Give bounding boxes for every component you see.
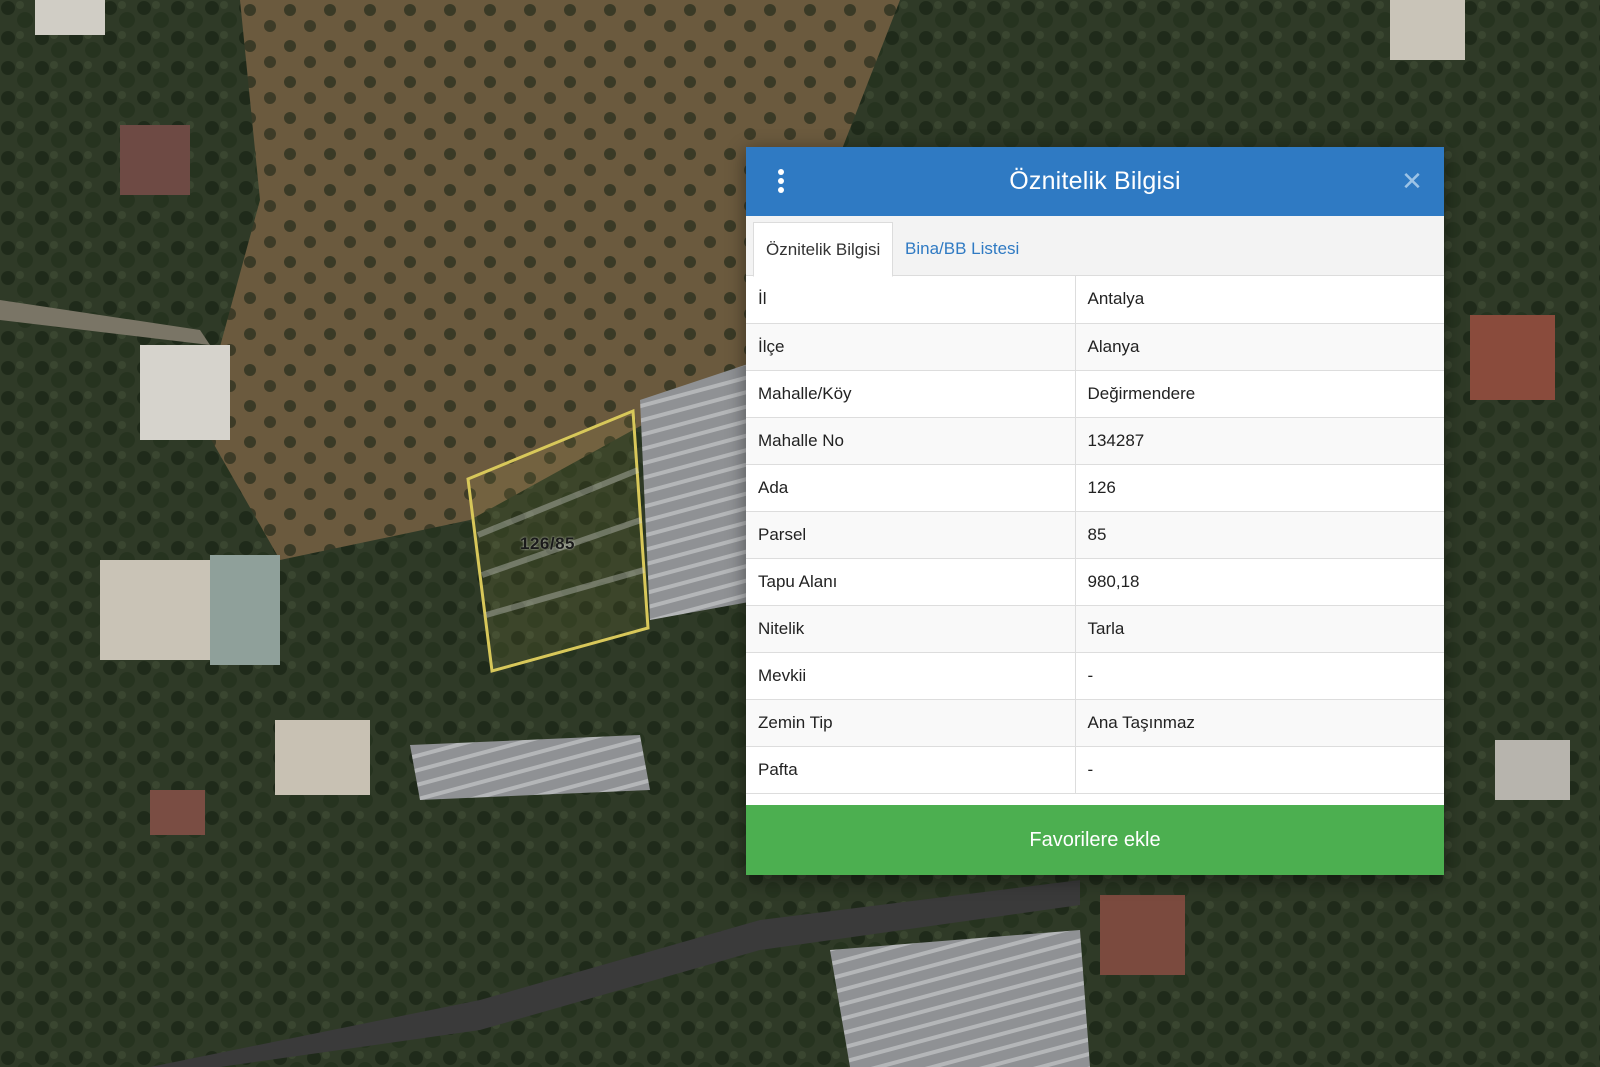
tab-building-list[interactable]: Bina/BB Listesi xyxy=(893,222,1031,275)
parcel-label: 126/85 xyxy=(520,534,575,553)
table-row: Ada 126 xyxy=(746,464,1444,512)
popup-header: Öznitelik Bilgisi ✕ xyxy=(746,147,1444,216)
close-icon[interactable]: ✕ xyxy=(1398,167,1426,195)
attr-value: Antalya xyxy=(1075,276,1444,324)
attr-value: 126 xyxy=(1075,464,1444,512)
attr-value: - xyxy=(1075,652,1444,700)
attr-key: Mahalle/Köy xyxy=(746,370,1076,418)
table-row: İl Antalya xyxy=(746,276,1444,324)
attr-key: İl xyxy=(746,276,1076,324)
table-row: Tapu Alanı 980,18 xyxy=(746,558,1444,606)
attr-key: Zemin Tip xyxy=(746,699,1076,747)
table-row: Zemin Tip Ana Taşınmaz xyxy=(746,699,1444,747)
attr-value: Alanya xyxy=(1075,323,1444,371)
attr-key: Mevkii xyxy=(746,652,1076,700)
table-row: Mahalle No 134287 xyxy=(746,417,1444,465)
attr-value: - xyxy=(1075,746,1444,794)
kebab-menu-icon[interactable] xyxy=(776,169,786,195)
add-to-favorites-button[interactable]: Favorilere ekle xyxy=(746,805,1444,875)
table-row: İlçe Alanya xyxy=(746,323,1444,371)
attr-key: Parsel xyxy=(746,511,1076,559)
table-row: Pafta - xyxy=(746,746,1444,794)
attribute-table: İl Antalya İlçe Alanya Mahalle/Köy Değir… xyxy=(746,276,1444,794)
attr-key: Nitelik xyxy=(746,605,1076,653)
table-row: Mevkii - xyxy=(746,652,1444,700)
attribute-info-popup: Öznitelik Bilgisi ✕ Öznitelik Bilgisi Bi… xyxy=(746,147,1444,875)
attr-key: Ada xyxy=(746,464,1076,512)
tab-bar: Öznitelik Bilgisi Bina/BB Listesi xyxy=(746,216,1444,277)
attr-key: İlçe xyxy=(746,323,1076,371)
attr-value: Değirmendere xyxy=(1075,370,1444,418)
attr-key: Pafta xyxy=(746,746,1076,794)
table-row: Parsel 85 xyxy=(746,511,1444,559)
attr-value: Ana Taşınmaz xyxy=(1075,699,1444,747)
attr-value: Tarla xyxy=(1075,605,1444,653)
attr-value: 134287 xyxy=(1075,417,1444,465)
attr-key: Mahalle No xyxy=(746,417,1076,465)
popup-title: Öznitelik Bilgisi xyxy=(1009,167,1181,195)
attr-value: 85 xyxy=(1075,511,1444,559)
attr-key: Tapu Alanı xyxy=(746,558,1076,606)
table-row: Nitelik Tarla xyxy=(746,605,1444,653)
tab-attribute-info[interactable]: Öznitelik Bilgisi xyxy=(753,222,894,277)
table-row: Mahalle/Köy Değirmendere xyxy=(746,370,1444,418)
attr-value: 980,18 xyxy=(1075,558,1444,606)
